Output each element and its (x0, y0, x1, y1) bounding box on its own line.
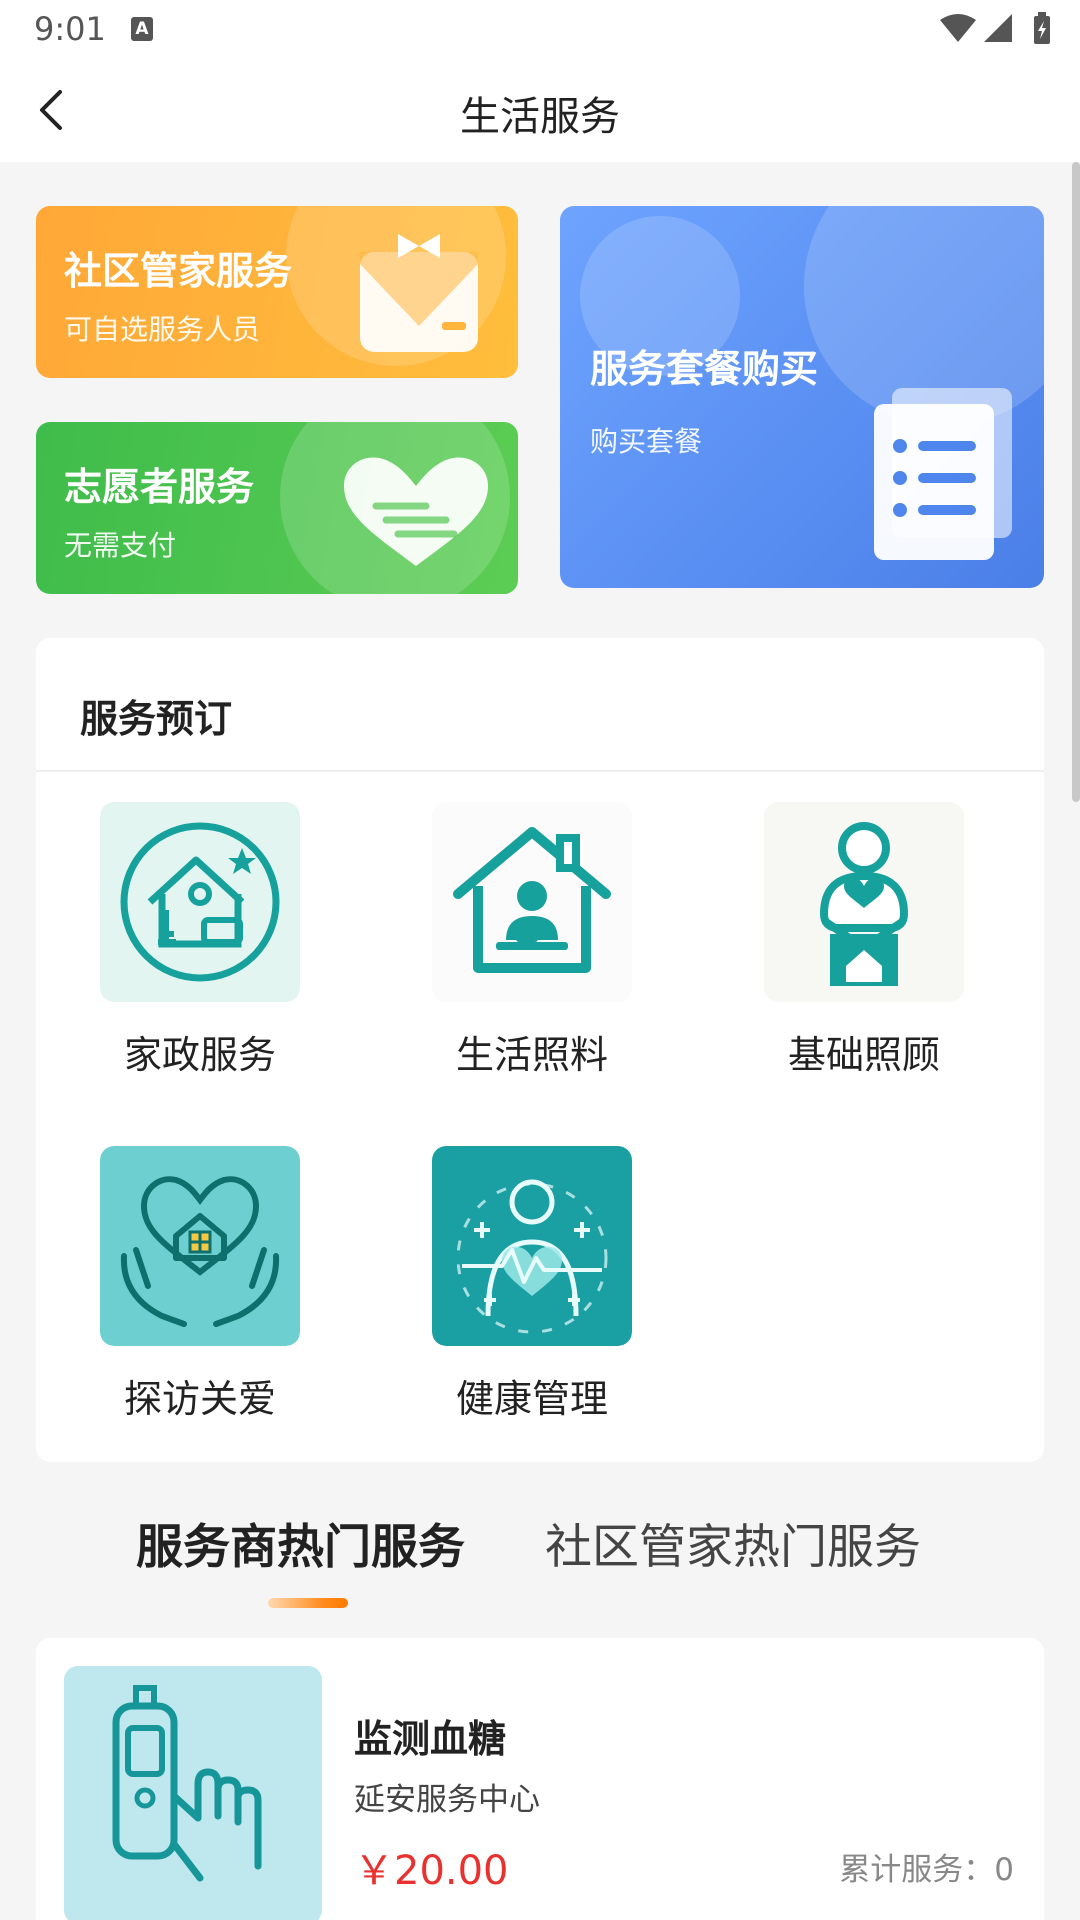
service-product-card[interactable]: 监测血糖 延安服务中心 ￥20.00 累计服务：0 (36, 1638, 1044, 1920)
glucose-meter-icon (64, 1666, 322, 1920)
product-provider: 延安服务中心 (354, 1782, 540, 1818)
product-price: ￥20.00 (354, 1848, 509, 1894)
service-package-subtitle: 购买套餐 (590, 425, 703, 458)
status-bar: 9:01 A (0, 0, 1080, 58)
app-header: 生活服务 (0, 58, 1080, 162)
service-label: 家政服务 (123, 1033, 276, 1077)
service-package-card[interactable]: 服务套餐购买 购买套餐 (560, 206, 1044, 588)
basic-care-icon (764, 802, 964, 1002)
booking-section-title: 服务预订 (80, 697, 233, 741)
daily-care-icon (432, 802, 632, 1002)
signal-icon (984, 14, 1012, 42)
service-label: 生活照料 (455, 1033, 608, 1077)
divider (36, 770, 1044, 772)
notification-badge-icon: A (131, 17, 153, 41)
active-tab-indicator (268, 1598, 348, 1608)
service-item-housekeeping[interactable]: 家政服务 (80, 802, 320, 1082)
service-label: 基础照顾 (787, 1033, 940, 1077)
service-item-health-management[interactable]: 健康管理 (412, 1146, 652, 1426)
butler-service-subtitle: 可自选服务人员 (64, 313, 261, 346)
scrollbar[interactable] (1072, 162, 1080, 802)
product-served-count: 累计服务：0 (839, 1852, 1014, 1888)
wifi-icon (940, 14, 976, 42)
visit-care-icon (100, 1146, 300, 1346)
tab-provider-popular[interactable]: 服务商热门服务 (136, 1508, 465, 1577)
status-icons (940, 12, 1050, 44)
service-label: 探访关爱 (123, 1377, 276, 1421)
heart-hand-icon (344, 457, 488, 566)
service-item-visit-care[interactable]: 探访关爱 (80, 1146, 320, 1426)
popular-services-tabs: 服务商热门服务 社区管家热门服务 (0, 1508, 1080, 1618)
status-time: 9:01 (34, 10, 106, 48)
service-label: 健康管理 (455, 1377, 608, 1421)
service-package-title: 服务套餐购买 (590, 347, 819, 391)
service-item-basic-care[interactable]: 基础照顾 (744, 802, 984, 1082)
butler-service-card[interactable]: 社区管家服务 可自选服务人员 (36, 206, 518, 378)
tab-butler-popular[interactable]: 社区管家热门服务 (545, 1508, 921, 1577)
document-list-icon (874, 388, 1012, 560)
service-item-daily-care[interactable]: 生活照料 (412, 802, 652, 1082)
volunteer-service-title: 志愿者服务 (64, 465, 255, 509)
housekeeping-icon (100, 802, 300, 1002)
health-management-icon (432, 1146, 632, 1346)
volunteer-service-subtitle: 无需支付 (64, 529, 177, 562)
volunteer-service-card[interactable]: 志愿者服务 无需支付 (36, 422, 518, 594)
product-name: 监测血糖 (354, 1717, 507, 1761)
page-title: 生活服务 (460, 94, 620, 140)
butler-service-title: 社区管家服务 (64, 249, 293, 293)
battery-icon (1034, 12, 1050, 44)
service-booking-card: 服务预订 家政服务 生活照料 基础照顾 探访关爱 健康管理 (36, 638, 1044, 1462)
butler-vest-icon (360, 234, 478, 352)
